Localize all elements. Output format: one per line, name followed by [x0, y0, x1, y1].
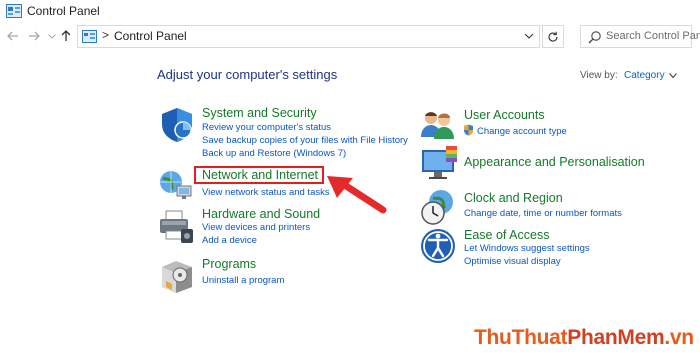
breadcrumb-separator: >	[102, 28, 110, 42]
link-save-backup[interactable]: Save backup copies of your files with Fi…	[202, 135, 408, 146]
watermark: ThuThuatPhanMem.vn	[474, 326, 694, 349]
window-title: Control Panel	[27, 4, 100, 18]
chevron-down-icon	[48, 33, 56, 39]
up-button[interactable]	[57, 27, 75, 45]
programs-box-icon	[162, 261, 192, 293]
users-icon	[421, 112, 454, 139]
monitor-palette-icon	[422, 146, 457, 179]
search-box[interactable]: Search Control Panel	[580, 25, 700, 48]
link-change-account-type[interactable]: Change account type	[477, 126, 567, 137]
back-arrow-icon	[7, 31, 18, 41]
search-icon	[588, 31, 601, 44]
control-panel-icon	[82, 30, 97, 43]
navigation-bar: > Control Panel Search Control Panel	[0, 23, 700, 50]
link-review-status[interactable]: Review your computer's status	[202, 122, 331, 133]
link-devices-printers[interactable]: View devices and printers	[202, 222, 310, 233]
control-panel-icon	[6, 4, 22, 18]
forward-button[interactable]	[25, 27, 43, 45]
search-input[interactable]: Search Control Panel	[606, 30, 700, 42]
accessibility-icon	[421, 229, 455, 263]
category-clock-and-region[interactable]: Clock and Region	[464, 191, 563, 205]
category-ease-of-access[interactable]: Ease of Access	[464, 228, 549, 242]
view-by-dropdown[interactable]: Category	[624, 70, 665, 81]
uac-shield-icon	[464, 124, 473, 136]
category-appearance-and-personalisation[interactable]: Appearance and Personalisation	[464, 155, 645, 169]
link-change-date-formats[interactable]: Change date, time or number formats	[464, 208, 622, 219]
address-bar[interactable]: > Control Panel	[77, 25, 540, 48]
category-programs[interactable]: Programs	[202, 257, 256, 271]
back-button[interactable]	[4, 27, 22, 45]
annotation-arrow	[327, 176, 387, 214]
up-arrow-icon	[61, 30, 71, 41]
category-hardware-and-sound[interactable]: Hardware and Sound	[202, 207, 320, 221]
page-title: Adjust your computer's settings	[157, 67, 338, 82]
link-uninstall-program[interactable]: Uninstall a program	[202, 275, 284, 286]
chevron-down-icon[interactable]	[524, 31, 534, 41]
category-system-and-security[interactable]: System and Security	[202, 106, 317, 120]
printer-icon	[160, 210, 193, 243]
category-network-and-internet[interactable]: Network and Internet	[202, 168, 318, 182]
link-backup-restore[interactable]: Back up and Restore (Windows 7)	[202, 148, 346, 159]
link-network-status[interactable]: View network status and tasks	[202, 187, 330, 198]
link-optimise-display[interactable]: Optimise visual display	[464, 256, 561, 267]
view-by-label: View by:	[580, 70, 618, 81]
chevron-down-icon[interactable]	[669, 73, 677, 79]
breadcrumb-control-panel[interactable]: Control Panel	[114, 29, 187, 43]
link-add-device[interactable]: Add a device	[202, 235, 257, 246]
refresh-icon	[548, 31, 558, 42]
link-suggest-settings[interactable]: Let Windows suggest settings	[464, 243, 590, 254]
clock-globe-icon	[421, 190, 453, 225]
refresh-button[interactable]	[542, 25, 564, 48]
title-bar: Control Panel	[0, 0, 700, 23]
shield-icon	[162, 108, 192, 142]
globe-network-icon	[160, 171, 192, 199]
category-user-accounts[interactable]: User Accounts	[464, 108, 545, 122]
forward-arrow-icon	[29, 31, 40, 41]
